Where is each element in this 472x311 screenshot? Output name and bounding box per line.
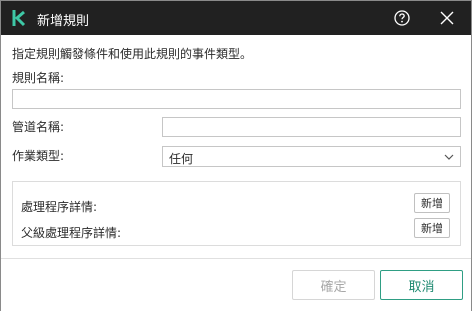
rule-name-input[interactable] xyxy=(12,89,461,109)
cancel-button[interactable]: 取消 xyxy=(380,270,463,300)
help-icon[interactable] xyxy=(393,9,411,27)
process-details-label: 處理程序詳情: xyxy=(21,200,98,214)
add-parent-process-details-button[interactable]: 新增 xyxy=(414,218,450,238)
add-rule-dialog: 新增規則 指定規則觸發條件和使用此規則的事件類型。 規則名稱: 管道名稱: 作業… xyxy=(0,0,472,311)
title-bar: 新增規則 xyxy=(1,1,471,35)
rule-name-label: 規則名稱: xyxy=(12,71,65,85)
operation-type-select[interactable]: 任何 xyxy=(162,146,461,167)
add-process-details-button[interactable]: 新增 xyxy=(414,193,450,213)
pipe-name-label: 管道名稱: xyxy=(12,120,65,134)
dialog-title: 新增規則 xyxy=(37,14,90,29)
operation-type-label: 作業類型: xyxy=(12,149,65,163)
operation-type-value: 任何 xyxy=(169,152,194,166)
parent-process-details-label: 父級處理程序詳情: xyxy=(21,226,122,240)
dialog-description: 指定規則觸發條件和使用此規則的事件類型。 xyxy=(12,47,253,61)
chevron-down-icon xyxy=(444,154,454,160)
close-icon[interactable] xyxy=(439,10,455,26)
pipe-name-input[interactable] xyxy=(162,117,461,137)
dialog-footer: 確定 取消 xyxy=(1,258,471,311)
process-details-group: 處理程序詳情: 新增 父級處理程序詳情: 新增 xyxy=(12,181,461,246)
kaspersky-logo-icon xyxy=(12,10,26,27)
ok-button[interactable]: 確定 xyxy=(292,270,375,300)
